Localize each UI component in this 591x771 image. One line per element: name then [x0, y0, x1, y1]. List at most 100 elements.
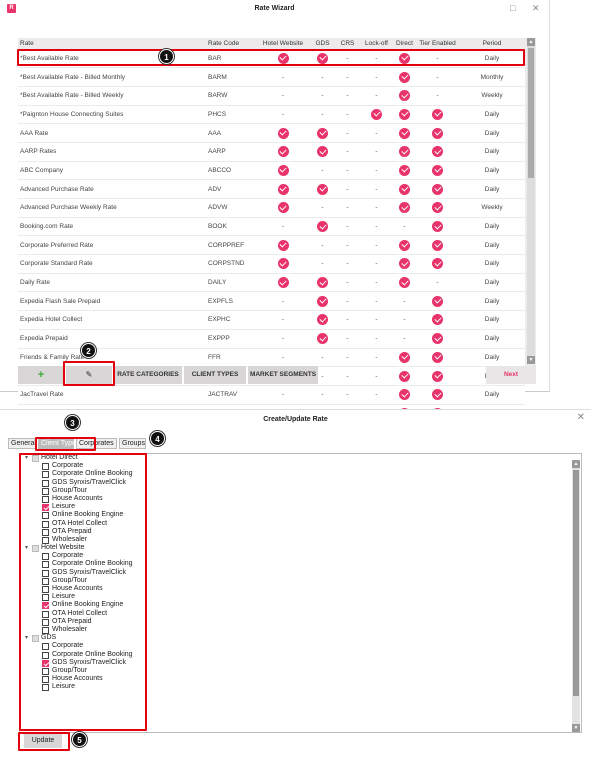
tree-scrollbar[interactable]: ▲ ▼: [572, 460, 580, 732]
client-types-button[interactable]: CLIENT TYPES: [184, 366, 246, 384]
column-header[interactable]: CRS: [335, 38, 360, 49]
check-icon: [277, 127, 289, 139]
rate-row[interactable]: Expedia Hotel Collect EXPHC - - - - Daily: [18, 310, 525, 330]
column-header[interactable]: Rate Code: [206, 38, 256, 49]
table-cell: Daily: [459, 161, 525, 181]
rate-code: ADVW: [206, 198, 256, 218]
table-cell: -: [256, 310, 310, 330]
column-header[interactable]: Tier Enabled: [416, 38, 459, 49]
rate-row[interactable]: AARP Rates AARP - - Daily: [18, 142, 525, 162]
table-cell: [416, 161, 459, 181]
rate-row[interactable]: Advanced Purchase Weekly Rate ADVW - - - Week…: [18, 198, 525, 218]
table-cell: [416, 217, 459, 237]
check-icon: [277, 277, 289, 289]
rate-categories-button[interactable]: RATE CATEGORIES: [114, 366, 182, 384]
check-icon: [432, 351, 443, 363]
table-cell: [416, 310, 459, 330]
column-header[interactable]: Direct: [393, 38, 416, 49]
rate-row[interactable]: Corporate Standard Rate CORPSTND - - - Daily: [18, 254, 525, 274]
table-cell: Daily: [459, 385, 525, 405]
rate-code: BOOK: [206, 217, 256, 237]
scroll-thumb[interactable]: [573, 470, 579, 696]
market-segments-button[interactable]: MARKET SEGMENTS: [248, 366, 318, 384]
rate-row[interactable]: Advanced Purchase Rate ADV - - Daily: [18, 179, 525, 199]
scroll-thumb[interactable]: [528, 48, 534, 178]
table-cell: Daily: [459, 273, 525, 293]
rate-name: AARP Rates: [18, 142, 206, 162]
table-cell: [256, 273, 310, 293]
column-header[interactable]: Rate: [18, 38, 206, 49]
callout-client-types-tree: [19, 453, 147, 731]
rate-name: AAA Rate: [18, 123, 206, 143]
rate-row[interactable]: *Best Available Rate - Billed Weekly BARW…: [18, 86, 525, 106]
table-cell: [256, 198, 310, 218]
rate-row[interactable]: ABC Company ABCCO - - - Daily: [18, 161, 525, 181]
table-cell: [416, 105, 459, 125]
table-cell: Daily: [459, 235, 525, 256]
maximize-icon[interactable]: □: [510, 3, 515, 13]
window-title: Rate Wizard: [254, 5, 295, 12]
check-icon: [317, 295, 328, 307]
rate-row[interactable]: *Best Available Rate - Billed Monthly BAR…: [18, 67, 525, 87]
add-rate-button[interactable]: +: [18, 366, 64, 384]
table-cell: [393, 273, 416, 293]
check-icon: [432, 221, 443, 233]
rate-row[interactable]: Booking.com Rate BOOK - - - - Daily: [18, 217, 525, 237]
table-cell: -: [310, 235, 335, 256]
table-cell: -: [335, 235, 360, 256]
table-cell: -: [335, 161, 360, 181]
rate-row[interactable]: *Paignton House Connecting Suites PHCS - - -…: [18, 105, 525, 125]
table-cell: -: [256, 348, 310, 368]
scroll-up-icon[interactable]: ▲: [527, 38, 535, 46]
check-icon: [371, 108, 382, 120]
check-icon: [317, 314, 328, 326]
table-cell: -: [335, 86, 360, 106]
check-icon: [432, 295, 443, 307]
tab-general[interactable]: General: [8, 438, 36, 449]
table-cell: -: [335, 385, 360, 405]
table-cell: Weekly: [459, 86, 525, 106]
table-cell: [310, 142, 335, 162]
table-cell: [310, 291, 335, 312]
tab-groups[interactable]: Groups: [119, 438, 146, 449]
rate-row[interactable]: JacTravel Rate JACTRAV - - - - Daily: [18, 385, 525, 405]
step-badge-5: 5: [72, 732, 87, 747]
rates-scrollbar[interactable]: ▲ ▼: [527, 38, 535, 364]
next-button[interactable]: Next: [486, 366, 536, 384]
table-cell: -: [393, 291, 416, 312]
table-cell: [256, 235, 310, 256]
rates-panel: Rate Rate Code Hotel Website GDS CRS Lock-off…: [18, 38, 536, 442]
rate-row[interactable]: Daily Rate DAILY - - - Daily: [18, 273, 525, 293]
callout-best-available-rate: [17, 49, 525, 66]
scroll-up-icon[interactable]: ▲: [572, 460, 580, 468]
rate-name: *Best Available Rate - Billed Monthly: [18, 67, 206, 87]
callout-update-button: [18, 732, 70, 751]
table-cell: [416, 291, 459, 312]
rate-row[interactable]: Expedia Flash Sale Prepaid EXPFLS - - - - Dail…: [18, 291, 525, 312]
check-icon: [432, 258, 443, 270]
column-header[interactable]: Lock-off: [360, 38, 393, 49]
table-cell: -: [335, 105, 360, 125]
table-cell: Daily: [459, 254, 525, 274]
scroll-down-icon[interactable]: ▼: [527, 356, 535, 364]
rate-name: Advanced Purchase Rate: [18, 179, 206, 199]
check-icon: [432, 164, 443, 176]
close-icon[interactable]: ✕: [532, 3, 540, 14]
step-badge-3: 3: [65, 415, 80, 430]
table-cell: -: [310, 254, 335, 274]
table-cell: -: [360, 348, 393, 368]
column-header[interactable]: Hotel Website: [256, 38, 310, 49]
step-badge-1: 1: [159, 49, 174, 64]
rate-row[interactable]: Corporate Preferred Rate CORPPREF - - - Daily: [18, 235, 525, 256]
rate-name: ABC Company: [18, 161, 206, 181]
rate-row[interactable]: AAA Rate AAA - - Daily: [18, 123, 525, 143]
table-header: Rate Rate Code Hotel Website GDS CRS Lock-off…: [18, 38, 525, 49]
rate-code: BARM: [206, 67, 256, 87]
table-cell: -: [335, 123, 360, 143]
close-icon[interactable]: ✕: [577, 412, 585, 423]
column-header[interactable]: GDS: [310, 38, 335, 49]
scroll-down-icon[interactable]: ▼: [572, 724, 580, 732]
table-cell: -: [393, 310, 416, 330]
column-header[interactable]: Period: [459, 38, 525, 49]
callout-client-types-tab: [35, 437, 96, 451]
